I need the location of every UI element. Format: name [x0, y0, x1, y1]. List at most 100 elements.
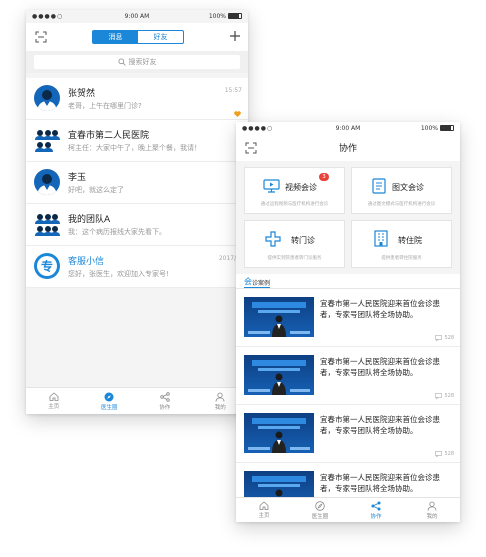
search-area: 搜索好友 [26, 51, 248, 73]
comment-icon [435, 451, 443, 457]
chat-time: 15:57 [224, 87, 242, 94]
tab-doctor-circle[interactable]: 医生圈 [82, 388, 138, 414]
chat-preview: 老哥，上午在哪里门诊? [68, 102, 142, 110]
tab-home[interactable]: 主页 [26, 388, 82, 414]
tab-label: 协作 [159, 404, 171, 411]
tab-label: 协作 [370, 513, 382, 520]
section-title-lead: 会 [244, 277, 252, 286]
battery-icon [440, 125, 454, 131]
tab-label: 医生圈 [311, 513, 329, 520]
case-item[interactable]: 宜春市第一人民医院迎来首位会诊患者，专家号团队将全场协助。 528 [236, 289, 460, 347]
notification-badge: 3 [319, 173, 329, 181]
chat-item[interactable]: 专 客服小信 您好，张医生，欢迎加入专家号! 2017/3/ [26, 246, 248, 288]
card-label: 转住院 [398, 236, 422, 245]
comment-count: 528 [444, 335, 454, 341]
tab-collaborate[interactable]: 协作 [348, 498, 404, 522]
doctor-avatar [34, 85, 60, 111]
chat-item[interactable]: 张贺然 老哥，上午在哪里门诊? 15:57 [26, 78, 248, 120]
chat-name: 我的团队A [68, 215, 111, 225]
card-subtitle: 提供患者转住院服务 [381, 256, 422, 261]
inpatient-transfer-card[interactable]: 转住院 提供患者转住院服务 [351, 220, 452, 268]
tab-label: 医生圈 [100, 404, 118, 411]
search-icon [117, 58, 126, 66]
header-bar: 协作 [236, 135, 460, 161]
outpatient-transfer-card[interactable]: 转门诊 提供实到院患者转门诊服务 [244, 220, 345, 268]
comment-count: 528 [444, 451, 454, 457]
service-grid: 视频会诊 3 通过远程视频与医疗机构进行会诊 图文会诊 通过图文模式与医疗机构进… [236, 161, 460, 274]
share-icon [160, 391, 170, 402]
compass-icon [315, 500, 325, 511]
video-consult-card[interactable]: 视频会诊 3 通过远程视频与医疗机构进行会诊 [244, 167, 345, 214]
tab-label: 主页 [48, 404, 60, 410]
case-title: 宜春市第一人民医院迎来首位会诊患者，专家号团队将全场协助。 [320, 473, 440, 493]
chat-item[interactable]: 我的团队A 我：这个病历报线大家先看下。 [26, 204, 248, 246]
messages-screen: ●●●●○ 9:00 AM 100% 消息 好友 搜索好友 张贺然 老哥，上午在… [26, 10, 248, 414]
case-meta: 528 [435, 335, 454, 341]
compass-icon [104, 392, 114, 401]
user-icon [427, 501, 437, 511]
scan-icon[interactable] [34, 30, 48, 44]
chat-item[interactable]: 李玉 好吧，就这么定了 [26, 162, 248, 204]
chat-preview: 我：这个病历报线大家先看下。 [68, 228, 166, 236]
tab-mine[interactable]: 我的 [404, 498, 460, 522]
card-label: 图文会诊 [392, 183, 424, 192]
message-friend-toggle: 消息 好友 [92, 30, 184, 44]
case-item[interactable]: 宜春市第一人民医院迎来首位会诊患者，专家号团队将全场协助。 528 [236, 347, 460, 405]
chat-name: 张贺然 [68, 89, 96, 99]
case-meta: 528 [435, 393, 454, 399]
user-icon [215, 392, 225, 402]
tab-collaborate[interactable]: 协作 [137, 388, 193, 414]
tab-doctor-circle[interactable]: 医生圈 [292, 498, 348, 522]
card-subtitle: 通过远程视频与医疗机构进行会诊 [260, 202, 329, 207]
case-title: 宜春市第一人民医院迎来首位会诊患者，专家号团队将全场协助。 [320, 299, 440, 319]
cases-section-header: 会 诊案例 [236, 274, 460, 289]
section-title-rest: 诊案例 [252, 280, 271, 287]
service-avatar: 专 [34, 253, 60, 279]
tab-friends[interactable]: 好友 [138, 31, 183, 43]
building-icon [374, 230, 388, 247]
tab-messages[interactable]: 消息 [93, 31, 138, 43]
search-placeholder: 搜索好友 [128, 58, 157, 66]
chat-item[interactable]: 宜春市第二人民医院 柯主任：大家中午了，晚上聚个餐，我请！ [26, 120, 248, 162]
status-bar: ●●●●○ 9:00 AM 100% [236, 122, 460, 135]
card-label: 视频会诊 [285, 183, 317, 192]
case-title: 宜春市第一人民医院迎来首位会诊患者，专家号团队将全场协助。 [320, 415, 440, 435]
case-item[interactable]: 宜春市第一人民医院迎来首位会诊患者，专家号团队将全场协助。 528 [236, 405, 460, 463]
battery-percent: 100% [208, 13, 226, 20]
tab-label: 我的 [426, 513, 438, 520]
video-icon [263, 179, 280, 193]
chat-preview: 您好，张医生，欢迎加入专家号! [68, 270, 169, 278]
card-label: 转门诊 [291, 236, 315, 245]
svg-text:专: 专 [41, 259, 53, 274]
chat-name: 客服小信 [68, 257, 105, 267]
card-subtitle: 通过图文模式与医疗机构进行会诊 [367, 202, 436, 207]
case-thumbnail [244, 413, 314, 453]
comment-icon [435, 393, 443, 399]
tab-label: 主页 [258, 513, 270, 519]
add-icon[interactable] [228, 29, 242, 43]
comment-count: 528 [444, 393, 454, 399]
collaboration-screen: ●●●●○ 9:00 AM 100% 协作 视频会诊 3 通过远程视频与医疗机构… [236, 122, 460, 522]
case-title: 宜春市第一人民医院迎来首位会诊患者，专家号团队将全场协助。 [320, 357, 440, 377]
home-icon [259, 501, 269, 510]
battery-indicator: 100% [421, 125, 454, 132]
search-input[interactable]: 搜索好友 [34, 55, 240, 69]
home-icon [49, 392, 59, 401]
header-bar: 消息 好友 [26, 23, 248, 51]
image-text-consult-card[interactable]: 图文会诊 通过图文模式与医疗机构进行会诊 [351, 167, 452, 214]
tab-home[interactable]: 主页 [236, 498, 292, 522]
status-bar: ●●●●○ 9:00 AM 100% [26, 10, 248, 23]
card-subtitle: 提供实到院患者转门诊服务 [267, 256, 322, 261]
bottom-tab-bar: 主页 医生圈 协作 我的 [236, 497, 460, 522]
battery-indicator: 100% [209, 13, 242, 20]
case-meta: 528 [435, 451, 454, 457]
case-thumbnail [244, 297, 314, 337]
comment-icon [435, 335, 443, 341]
chat-name: 李玉 [68, 173, 87, 183]
tab-label: 我的 [214, 404, 226, 411]
group-avatar [34, 127, 60, 153]
bottom-tab-bar: 主页 医生圈 协作 我的 [26, 387, 248, 414]
favorite-heart-icon[interactable] [234, 102, 241, 121]
doctor-avatar [34, 169, 60, 195]
section-underline [244, 287, 270, 288]
